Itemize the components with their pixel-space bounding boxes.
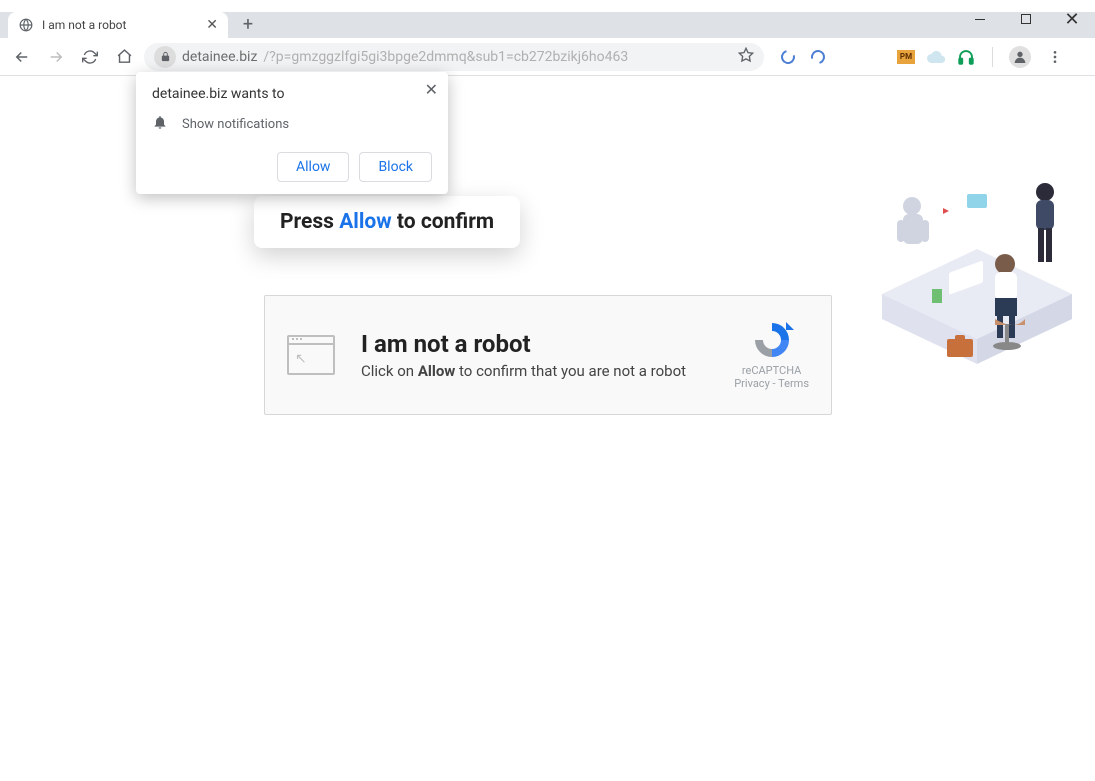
hint-prefix: Press [280,210,334,234]
captcha-line: Click on Allow to confirm that you are n… [361,362,686,380]
new-tab-button[interactable]: + [234,10,262,38]
notification-permission-dialog: ✕ detainee.biz wants to Show notificatio… [136,72,448,194]
toolbar-divider [992,47,993,67]
browser-toolbar: detainee.biz /?p=gmzggzlfgi5gi3bpge2dmmq&… [0,38,1095,76]
back-button[interactable] [8,43,36,71]
captcha-card: ↖ I am not a robot Click on Allow to con… [264,295,832,415]
recaptcha-label: reCAPTCHA [734,364,809,377]
window-maximize-button[interactable] [1003,0,1049,38]
address-bar[interactable]: detainee.biz /?p=gmzggzlfgi5gi3bpge2dmmq&… [144,43,764,71]
hint-suffix: to confirm [397,210,494,234]
globe-icon [18,17,34,33]
pm-extension-icon[interactable]: PM [896,47,916,67]
home-button[interactable] [110,43,138,71]
office-illustration [877,144,1077,374]
sync-extension-icon[interactable] [778,47,798,67]
tab-strip: I am not a robot ✕ + ✕ [0,12,1095,38]
close-tab-icon[interactable]: ✕ [206,17,218,33]
sync-extension-icon-2[interactable] [808,47,828,67]
close-icon[interactable]: ✕ [425,80,438,99]
bell-icon [152,114,168,134]
press-allow-hint: Press Allow to confirm [254,196,520,248]
cloud-extension-icon[interactable] [926,47,946,67]
privacy-link[interactable]: Privacy [734,377,770,390]
menu-button[interactable] [1041,43,1069,71]
browser-tab[interactable]: I am not a robot ✕ [8,12,228,38]
url-host: detainee.biz [182,49,257,65]
bookmark-star-icon[interactable] [738,47,754,67]
extensions-area: PM [778,43,1069,71]
lock-icon[interactable] [154,46,176,68]
window-minimize-button[interactable] [957,0,1003,38]
captcha-heading: I am not a robot [361,330,686,358]
url-path: /?p=gmzggzlfgi5gi3bpge2dmmq&sub1=cb272bz… [263,49,628,65]
hint-keyword: Allow [339,210,392,234]
forward-button[interactable] [42,43,70,71]
page-content: ✕ detainee.biz wants to Show notificatio… [0,76,1095,781]
permission-item: Show notifications [152,114,432,134]
block-button[interactable]: Block [359,152,432,182]
headphone-extension-icon[interactable] [956,47,976,67]
recaptcha-badge: reCAPTCHA Privacy - Terms [734,320,809,390]
allow-button[interactable]: Allow [277,152,349,182]
permission-item-label: Show notifications [182,117,289,132]
terms-link[interactable]: Terms [778,377,809,390]
permission-title: detainee.biz wants to [152,86,432,102]
tab-title: I am not a robot [42,18,126,32]
profile-avatar-icon[interactable] [1009,46,1031,68]
reload-button[interactable] [76,43,104,71]
window-controls: ✕ [957,0,1095,38]
window-titlebar [0,0,1095,12]
window-close-button[interactable]: ✕ [1049,0,1095,38]
browser-window-icon: ↖ [287,335,335,375]
recaptcha-icon [750,320,794,360]
